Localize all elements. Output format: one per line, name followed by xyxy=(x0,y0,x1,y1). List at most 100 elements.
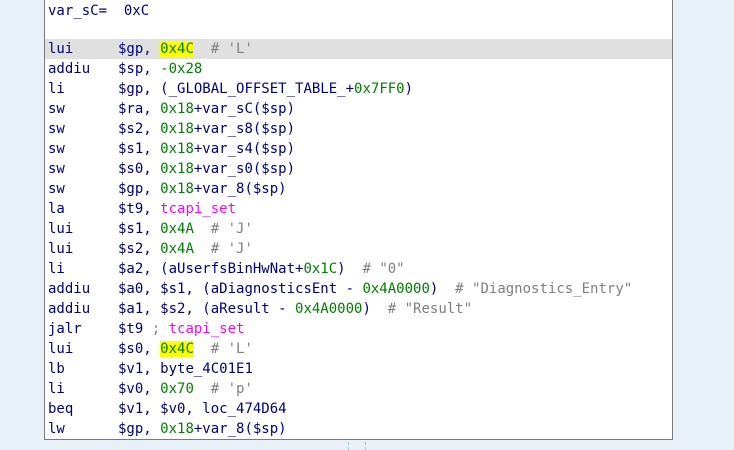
instruction-mnemonic: addiu xyxy=(48,61,91,77)
instruction-mnemonic: lw xyxy=(48,421,65,437)
operand-sym[interactable]: loc_474D64 xyxy=(202,401,286,417)
instruction-line[interactable]: addiu $a1, $s2, (aResult - 0x4A0000) # "R… xyxy=(45,299,672,319)
operand-cmt: ; xyxy=(143,321,169,337)
operand-cmt: # 'p' xyxy=(193,381,253,397)
operand-sym[interactable]: +var_sC($sp) xyxy=(194,101,295,117)
operand-num: 0x18 xyxy=(160,421,194,437)
instruction-line[interactable]: lw $gp, 0x18+var_8($sp) xyxy=(45,419,672,439)
instruction-operands: $gp, 0x4C # 'L' xyxy=(118,39,253,59)
operand-sym[interactable]: +var_8($sp) xyxy=(194,181,287,197)
instruction-line[interactable]: sw $gp, 0x18+var_8($sp) xyxy=(45,179,672,199)
instruction-operands: $a2, (aUserfsBinHwNat+0x1C) # "0" xyxy=(118,259,405,279)
instruction-operands: $v0, 0x70 # 'p' xyxy=(118,379,253,399)
instruction-line[interactable]: li $a2, (aUserfsBinHwNat+0x1C) # "0" xyxy=(45,259,672,279)
operand-reg: $s2, xyxy=(118,241,161,257)
operand-num: 0x70 xyxy=(160,381,194,397)
instruction-operands: $s1, 0x4A # 'J' xyxy=(118,219,253,239)
instruction-operands: $v1, $v0, loc_474D64 xyxy=(118,399,287,419)
instruction-mnemonic: lb xyxy=(48,361,65,377)
operand-reg: $v1, $v0, xyxy=(118,401,203,417)
operand-sym[interactable]: ) xyxy=(405,81,413,97)
operand-cmt: # 'L' xyxy=(193,41,253,57)
instruction-mnemonic: sw xyxy=(48,181,65,197)
instruction-mnemonic: li xyxy=(48,261,65,277)
instruction-line[interactable]: lui $s1, 0x4A # 'J' xyxy=(45,219,672,239)
instruction-line[interactable]: sw $s1, 0x18+var_s4($sp) xyxy=(45,139,672,159)
instruction-operands: $t9 ; tcapi_set xyxy=(118,319,244,339)
instruction-mnemonic: li xyxy=(48,381,65,397)
operand-reg: $s1, xyxy=(118,141,161,157)
operand-ext[interactable]: tcapi_set xyxy=(160,201,236,217)
operand-sym[interactable]: ) xyxy=(337,261,345,277)
operand-reg: $gp, xyxy=(118,421,161,437)
instruction-line[interactable]: addiu $sp, -0x28 xyxy=(45,59,672,79)
instruction-mnemonic: sw xyxy=(48,161,65,177)
instruction-line[interactable]: beq $v1, $v0, loc_474D64 xyxy=(45,399,672,419)
operand-sym[interactable]: (aUserfsBinHwNat+ xyxy=(160,261,303,277)
operand-reg: $gp, xyxy=(118,181,161,197)
operand-ext[interactable]: tcapi_set xyxy=(169,321,245,337)
operand-reg: $t9 xyxy=(118,321,144,337)
operand-num: 0x4C xyxy=(160,341,194,357)
operand-reg: $s1, xyxy=(118,221,161,237)
instruction-mnemonic: jalr xyxy=(48,321,82,337)
instruction-line[interactable]: sw $s0, 0x18+var_s0($sp) xyxy=(45,159,672,179)
operand-sym[interactable]: (aDiagnosticsEnt - xyxy=(202,281,362,297)
instruction-line[interactable]: jalr $t9 ; tcapi_set xyxy=(45,319,672,339)
instruction-mnemonic: lui xyxy=(48,221,74,237)
instruction-line[interactable]: la $t9, tcapi_set xyxy=(45,199,672,219)
operand-reg: $v1, xyxy=(118,361,161,377)
operand-sym[interactable]: ) xyxy=(362,301,370,317)
instruction-line[interactable]: sw $ra, 0x18+var_sC($sp) xyxy=(45,99,672,119)
instruction-operands: $ra, 0x18+var_sC($sp) xyxy=(118,99,295,119)
operand-num: 4C xyxy=(177,41,194,57)
operand-reg: $s0, xyxy=(118,341,161,357)
instruction-operands: $sp, -0x28 xyxy=(118,59,202,79)
operand-num: 0x xyxy=(160,41,178,57)
operand-num: 0x18 xyxy=(160,101,194,117)
instruction-line[interactable]: lui $s2, 0x4A # 'J' xyxy=(45,239,672,259)
operand-cmt: # "Result" xyxy=(370,301,473,317)
operand-num: 0x4A xyxy=(160,221,194,237)
instruction-line[interactable]: sw $s2, 0x18+var_s8($sp) xyxy=(45,119,672,139)
operand-cmt: # 'L' xyxy=(193,341,253,357)
instruction-line[interactable]: li $v0, 0x70 # 'p' xyxy=(45,379,672,399)
instruction-operands: $t9, tcapi_set xyxy=(118,199,236,219)
operand-reg: $s0, xyxy=(118,161,161,177)
instruction-operands: $s2, 0x18+var_s8($sp) xyxy=(118,119,295,139)
operand-sym[interactable]: (aResult - xyxy=(202,301,295,317)
instruction-mnemonic: sw xyxy=(48,141,65,157)
operand-sym[interactable]: +var_s8($sp) xyxy=(194,121,295,137)
instruction-line[interactable]: lui $s0, 0x4C # 'L' xyxy=(45,339,672,359)
instruction-line[interactable]: lui $gp, 0x4C # 'L' xyxy=(45,39,672,59)
instruction-line[interactable]: lb $v1, byte_4C01E1 xyxy=(45,359,672,379)
operand-cmt: # 'J' xyxy=(193,221,253,237)
operand-reg: $a1, $s2, xyxy=(118,301,203,317)
instruction-line[interactable]: addiu $a0, $s1, (aDiagnosticsEnt - 0x4A00… xyxy=(45,279,672,299)
operand-cmt: # "Diagnostics_Entry" xyxy=(438,281,633,297)
operand-reg: $v0, xyxy=(118,381,161,397)
operand-sym[interactable]: +var_8($sp) xyxy=(194,421,287,437)
operand-reg: $gp, xyxy=(118,41,161,57)
operand-num: 0x4A0000 xyxy=(295,301,363,317)
operand-sym[interactable]: +var_s4($sp) xyxy=(194,141,295,157)
instruction-operands: $s0, 0x18+var_s0($sp) xyxy=(118,159,295,179)
operand-sym[interactable]: +var_s0($sp) xyxy=(194,161,295,177)
instruction-mnemonic: sw xyxy=(48,121,65,137)
operand-sym[interactable]: (_GLOBAL_OFFSET_TABLE_+ xyxy=(160,81,354,97)
operand-sym[interactable]: byte_4C01E1 xyxy=(160,361,253,377)
disassembly-view[interactable]: var_sC= 0xC lui $gp, 0x4C # 'L' addiu $sp, … xyxy=(44,0,673,440)
instruction-line[interactable]: li $gp, (_GLOBAL_OFFSET_TABLE_+0x7FF0) xyxy=(45,79,672,99)
operand-cmt: # 'J' xyxy=(193,241,253,257)
instruction-mnemonic: lui xyxy=(48,241,74,257)
operand-num: 0x4A xyxy=(160,241,194,257)
instruction-mnemonic: la xyxy=(48,201,65,217)
instruction-mnemonic: li xyxy=(48,81,65,97)
instruction-operands: $s0, 0x4C # 'L' xyxy=(118,339,253,359)
operand-reg: $gp, xyxy=(118,81,161,97)
instruction-operands: $a1, $s2, (aResult - 0x4A0000) # "Result… xyxy=(118,299,472,319)
instruction-listing: lui $gp, 0x4C # 'L' addiu $sp, -0x28 li $gp, … xyxy=(45,39,672,439)
operand-num: 0x7FF0 xyxy=(354,81,405,97)
operand-reg: $sp, xyxy=(118,61,161,77)
operand-reg: $t9, xyxy=(118,201,161,217)
